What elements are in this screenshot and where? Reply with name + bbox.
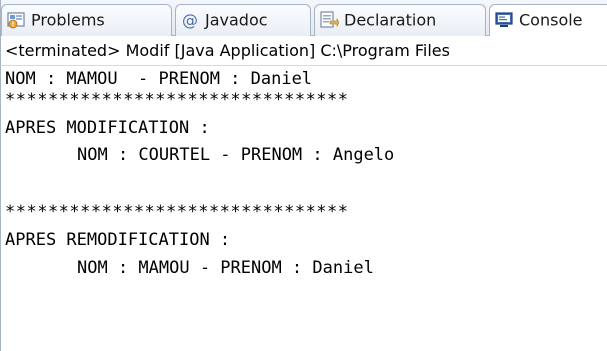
console-output[interactable]: NOM : MAMOU - PRENOM : Daniel **********…: [1, 66, 607, 351]
tab-declaration[interactable]: Declaration: [314, 4, 486, 36]
tab-problems[interactable]: Problems: [1, 4, 172, 36]
console-line: ********************************: [5, 90, 349, 110]
svg-text:@: @: [182, 10, 198, 29]
tab-label: Problems: [31, 10, 105, 30]
tab-console[interactable]: Console: [489, 4, 607, 37]
tab-label: Javadoc: [205, 10, 268, 30]
console-line: APRES MODIFICATION :: [5, 118, 210, 138]
console-icon: [494, 10, 514, 30]
view-tab-bar: Problems @ Javadoc Declaration Console: [1, 0, 607, 37]
tab-javadoc[interactable]: @ Javadoc: [175, 4, 311, 36]
console-line: NOM : COURTEL - PRENOM : Angelo: [77, 145, 395, 165]
console-status-line: <terminated> Modif [Java Application] C:…: [1, 36, 607, 66]
console-line: ********************************: [5, 202, 349, 222]
console-line: NOM : MAMOU - PRENOM : Daniel: [77, 258, 374, 278]
at-sign-icon: @: [180, 10, 200, 30]
console-line: APRES REMODIFICATION :: [5, 230, 231, 250]
tab-label: Console: [519, 10, 583, 30]
console-view: Problems @ Javadoc Declaration Console <…: [0, 0, 607, 351]
declaration-icon: [319, 10, 340, 30]
tab-label: Declaration: [344, 10, 437, 30]
problems-icon: [6, 10, 26, 30]
